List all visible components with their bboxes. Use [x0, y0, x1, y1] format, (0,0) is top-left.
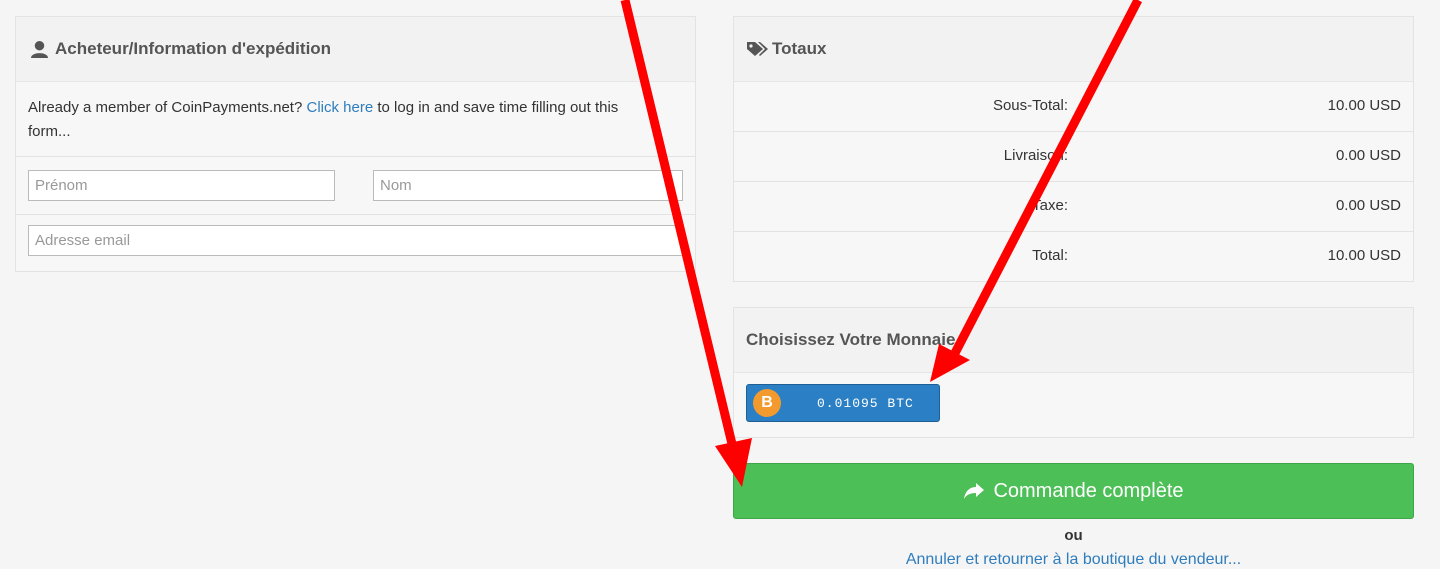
currency-panel-header: Choisissez Votre Monnaie [734, 308, 1413, 373]
member-text: Already a member of CoinPayments.net? [28, 99, 303, 116]
buyer-panel-header: Acheteur/Information d'expédition [16, 17, 695, 82]
cancel-return-link[interactable]: Annuler et retourner à la boutique du ve… [733, 551, 1414, 569]
btc-coin-button[interactable]: B 0.01095 BTC [746, 384, 940, 422]
totals-row-subtotal: Sous-Total: 10.00 USD [734, 82, 1414, 132]
totals-row-total: Total: 10.00 USD [734, 232, 1414, 282]
tax-value: 0.00 USD [1335, 197, 1401, 214]
buyer-panel-title: Acheteur/Information d'expédition [55, 39, 332, 58]
or-text: ou [1064, 527, 1083, 544]
complete-order-label: Commande complète [993, 479, 1184, 502]
buyer-panel: Acheteur/Information d'expédition Alread… [15, 16, 696, 272]
login-link[interactable]: Click here [306, 99, 373, 116]
bitcoin-icon: B [753, 389, 781, 417]
totals-panel-header: Totaux [734, 17, 1413, 82]
currency-panel: Choisissez Votre Monnaie B 0.01095 BTC [733, 307, 1414, 438]
subtotal-value: 10.00 USD [1327, 97, 1401, 114]
name-row [16, 157, 695, 215]
totals-panel-title: Totaux [772, 39, 827, 58]
btc-amount: 0.01095 BTC [817, 395, 914, 411]
tax-label: Taxe: [1032, 197, 1068, 214]
currency-panel-title: Choisissez Votre Monnaie [746, 330, 956, 349]
totals-row-shipping: Livraison: 0.00 USD [734, 132, 1414, 182]
total-value: 10.00 USD [1327, 247, 1401, 264]
email-input[interactable] [28, 225, 683, 256]
subtotal-label: Sous-Total: [992, 97, 1068, 114]
user-icon [30, 40, 49, 58]
last-name-input[interactable] [373, 170, 683, 201]
totals-panel: Totaux Sous-Total: 10.00 USD Livraison: … [733, 16, 1414, 282]
complete-order-button[interactable]: Commande complète [733, 463, 1414, 519]
shipping-label: Livraison: [1003, 147, 1068, 164]
email-row [16, 215, 695, 271]
shipping-value: 0.00 USD [1335, 147, 1401, 164]
total-label: Total: [1032, 247, 1068, 264]
member-notice: Already a member of CoinPayments.net? Cl… [16, 82, 695, 157]
totals-row-tax: Taxe: 0.00 USD [734, 182, 1414, 232]
tags-icon [747, 42, 768, 56]
first-name-input[interactable] [28, 170, 335, 201]
share-arrow-icon [964, 483, 985, 499]
